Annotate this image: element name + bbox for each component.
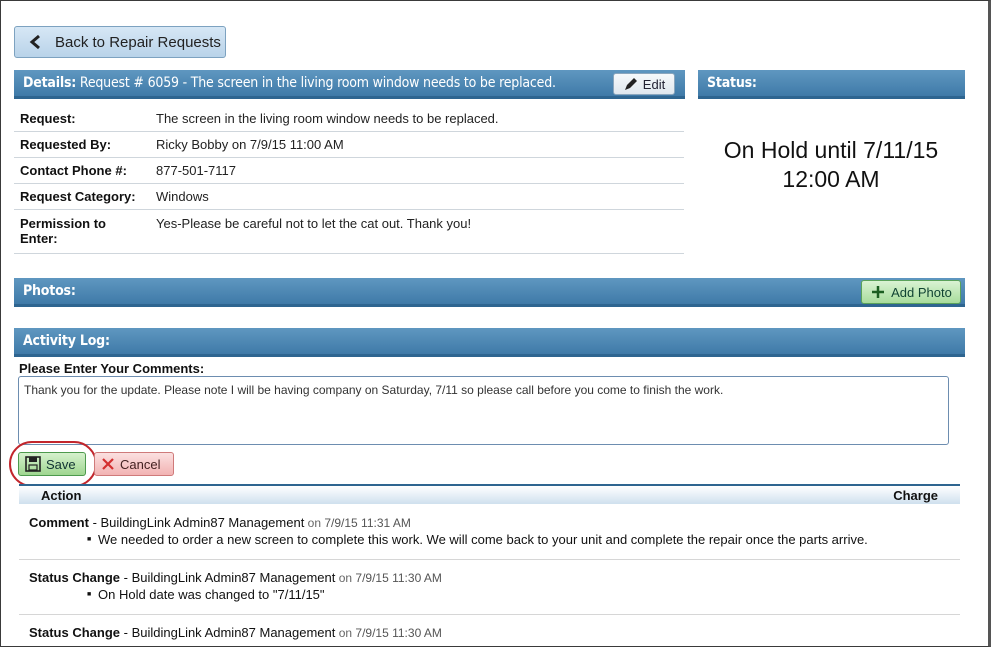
entry-separator: - (120, 625, 132, 640)
activity-entry: Status Change - BuildingLink Admin87 Man… (19, 625, 960, 645)
activity-entry-head: Status Change - BuildingLink Admin87 Man… (19, 570, 960, 585)
entry-type: Status Change (29, 625, 121, 640)
back-to-requests-button[interactable]: Back to Repair Requests (14, 26, 226, 58)
save-button[interactable]: Save (18, 452, 86, 476)
entry-separator: - (120, 570, 132, 585)
entry-author: BuildingLink Admin87 Management (131, 570, 336, 585)
details-header-label: Details: (23, 75, 77, 91)
cancel-label: Cancel (120, 456, 161, 472)
close-icon (102, 458, 114, 470)
activity-entry-head: Comment - BuildingLink Admin87 Managemen… (19, 515, 960, 530)
entry-type: Comment (29, 515, 89, 530)
detail-label: Contact Phone #: (20, 163, 127, 178)
status-header: Status: (698, 70, 965, 99)
plus-icon (872, 286, 885, 298)
details-table: Request: The screen in the living room w… (14, 106, 684, 254)
comments-textarea[interactable]: Thank you for the update. Please note I … (18, 376, 949, 445)
entry-detail: On Hold date was changed to "7/11/15" (87, 587, 960, 602)
entry-timestamp: 7/9/15 11:30 AM (355, 626, 442, 640)
status-text: On Hold until 7/11/15 12:00 AM (700, 136, 962, 194)
floppy-disk-icon (25, 456, 41, 472)
photos-header-label: Photos: (23, 283, 76, 299)
entry-on: on (304, 516, 325, 530)
detail-value: Ricky Bobby on 7/9/15 11:00 AM (156, 137, 344, 152)
detail-label: Requested By: (20, 137, 112, 152)
detail-label: Request Category: (20, 189, 136, 204)
comments-label: Please Enter Your Comments: (19, 361, 205, 376)
detail-label: Permission to Enter: (20, 216, 106, 246)
column-header-charge: Charge (893, 488, 938, 503)
entry-on: on (335, 571, 356, 585)
edit-label: Edit (642, 76, 666, 92)
add-photo-label: Add Photo (891, 284, 952, 300)
edit-button[interactable]: Edit (613, 73, 675, 95)
detail-value: Yes-Please be careful not to let the cat… (156, 216, 472, 231)
entry-detail: We needed to order a new screen to compl… (87, 532, 960, 547)
detail-row-category: Request Category: Windows (14, 184, 684, 210)
activity-table-header: Action Charge (19, 484, 960, 504)
detail-label: Request: (20, 111, 76, 126)
entry-timestamp: 7/9/15 11:30 AM (355, 571, 442, 585)
status-line-1: On Hold until 7/11/15 (723, 137, 939, 163)
detail-row-permission: Permission to Enter: Yes-Please be caref… (14, 210, 684, 254)
activity-log-header: Activity Log: (14, 328, 965, 357)
activity-entry-head: Status Change - BuildingLink Admin87 Man… (19, 625, 960, 640)
entry-author: BuildingLink Admin87 Management (100, 515, 305, 530)
column-header-action: Action (41, 488, 82, 503)
add-photo-button[interactable]: Add Photo (861, 280, 961, 304)
pencil-icon (624, 78, 637, 90)
entry-on: on (335, 626, 356, 640)
back-button-label: Back to Repair Requests (55, 33, 221, 51)
details-header: Details: Request # 6059 - The screen in … (14, 70, 685, 99)
entry-separator: - (88, 515, 101, 530)
entry-type: Status Change (29, 570, 121, 585)
status-header-label: Status: (707, 75, 757, 91)
detail-value: Windows (156, 189, 209, 204)
detail-row-requested-by: Requested By: Ricky Bobby on 7/9/15 11:0… (14, 132, 684, 158)
status-line-2: 12:00 AM (782, 166, 880, 192)
entry-author: BuildingLink Admin87 Management (131, 625, 336, 640)
chevron-left-icon (29, 34, 40, 50)
cancel-button[interactable]: Cancel (94, 452, 174, 476)
activity-entry: Comment - BuildingLink Admin87 Managemen… (19, 515, 960, 560)
activity-entry: Status Change - BuildingLink Admin87 Man… (19, 570, 960, 615)
detail-value: 877-501-7117 (156, 163, 236, 178)
detail-row-request: Request: The screen in the living room w… (14, 106, 684, 132)
detail-value: The screen in the living room window nee… (156, 111, 499, 126)
photos-header: Photos: Add Photo (14, 278, 965, 307)
save-label: Save (46, 456, 76, 472)
details-header-title: Request # 6059 - The screen in the livin… (79, 75, 556, 91)
entry-timestamp: 7/9/15 11:31 AM (324, 516, 411, 530)
activity-log-header-label: Activity Log: (23, 333, 110, 349)
detail-row-phone: Contact Phone #: 877-501-7117 (14, 158, 684, 184)
